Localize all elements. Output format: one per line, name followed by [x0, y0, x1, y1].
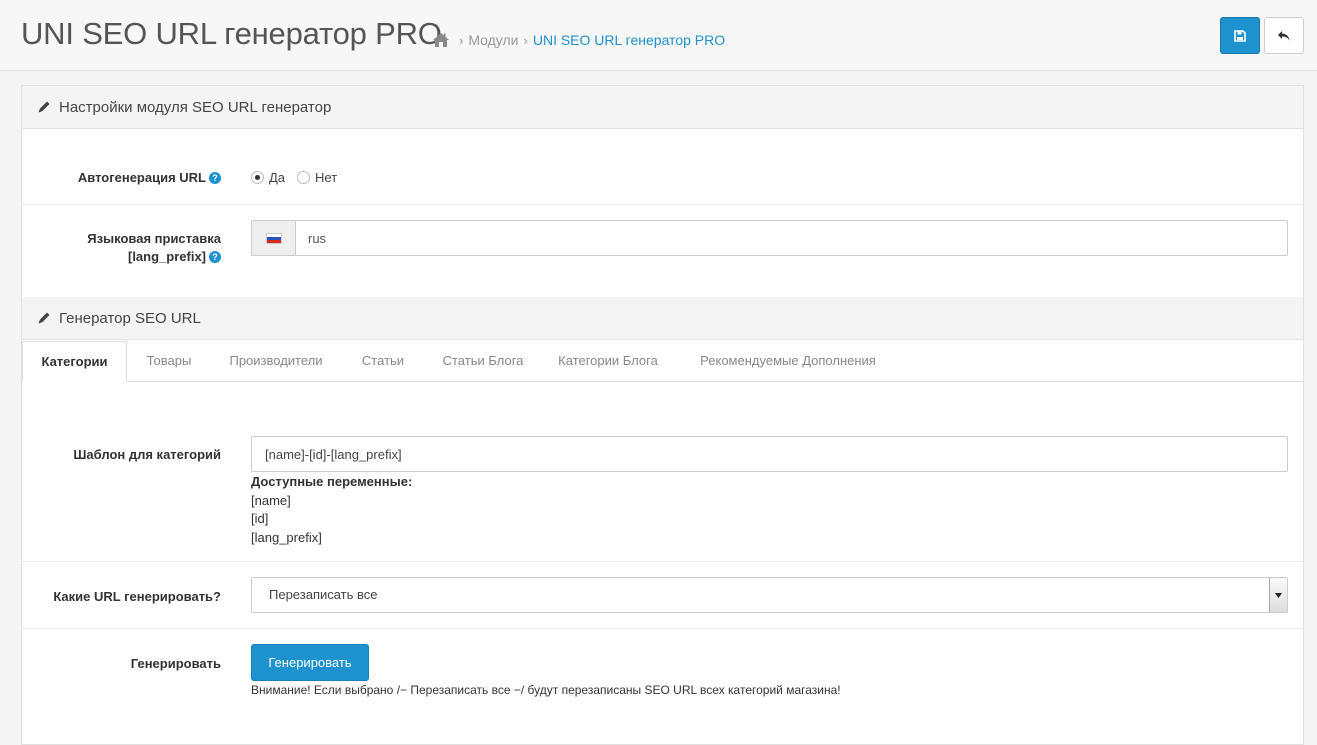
generator-tabs: Категории Товары Производители Статьи Ст… — [22, 341, 1303, 382]
floppy-disk-icon — [1234, 29, 1246, 42]
back-button[interactable] — [1264, 17, 1304, 54]
available-variables: Доступные переменные: [name] [id] [lang_… — [251, 473, 412, 547]
generate-button[interactable]: Генерировать — [251, 644, 369, 681]
tab-recommended-addons[interactable]: Рекомендуемые Дополнения — [687, 341, 889, 381]
home-icon[interactable] — [432, 32, 450, 48]
help-icon[interactable]: ? — [209, 251, 221, 263]
tab-blog-categories[interactable]: Категории Блога — [548, 341, 668, 381]
row-divider — [22, 628, 1303, 629]
save-button[interactable] — [1220, 17, 1260, 54]
chevron-down-icon[interactable] — [1269, 578, 1287, 612]
page-header: UNI SEO URL генератор PRO › Модули › UNI… — [0, 0, 1317, 71]
autogen-option-no[interactable]: Нет — [315, 170, 337, 185]
settings-panel-heading: Настройки модуля SEO URL генератор — [22, 86, 1303, 129]
autogen-radio-no[interactable] — [297, 171, 311, 184]
breadcrumb: › Модули › UNI SEO URL генератор PRO — [432, 30, 725, 50]
autogen-option-yes[interactable]: Да — [269, 170, 285, 185]
category-template-input[interactable] — [251, 436, 1288, 472]
autogen-label-text: Автогенерация URL — [77, 170, 206, 185]
lang-prefix-input[interactable] — [296, 221, 1287, 255]
which-urls-selected: Перезаписать все — [269, 587, 378, 602]
variable-item: [id] — [251, 511, 269, 526]
settings-heading: Настройки модуля SEO URL генератор — [59, 98, 332, 116]
which-urls-select[interactable]: Перезаписать все — [251, 577, 1288, 613]
lang-prefix-label-line1: Языковая приставка — [87, 231, 221, 246]
settings-panel: Настройки модуля SEO URL генератор Автог… — [21, 85, 1304, 745]
category-template-label: Шаблон для категорий — [73, 447, 221, 462]
lang-prefix-label-line2: [lang_prefix] — [127, 249, 206, 264]
available-variables-title: Доступные переменные: — [251, 474, 413, 489]
pencil-icon — [37, 311, 51, 325]
help-icon[interactable]: ? — [209, 172, 221, 184]
generate-warning: Внимание! Если выбрано /− Перезаписать в… — [251, 683, 841, 697]
tab-products[interactable]: Товары — [134, 341, 204, 381]
breadcrumb-separator: › — [523, 32, 528, 48]
autogen-radio-group: Да Нет — [251, 170, 349, 185]
russia-flag-icon — [265, 232, 282, 244]
tab-articles[interactable]: Статьи — [351, 341, 415, 381]
autogen-radio-yes[interactable] — [251, 171, 264, 184]
row-divider — [22, 204, 1303, 205]
breadcrumb-current[interactable]: UNI SEO URL генератор PRO — [533, 32, 725, 48]
breadcrumb-modules[interactable]: Модули — [468, 32, 518, 48]
reply-icon — [1278, 30, 1290, 41]
pencil-icon — [37, 100, 51, 114]
which-urls-label: Какие URL генерировать? — [53, 589, 221, 604]
row-divider — [22, 561, 1303, 562]
tab-blog-articles[interactable]: Статьи Блога — [430, 341, 536, 381]
autogen-label: Автогенерация URL? — [22, 169, 221, 187]
generator-panel-heading: Генератор SEO URL — [22, 297, 1303, 340]
generate-label: Генерировать — [130, 656, 221, 671]
variable-item: [name] — [251, 492, 291, 508]
tab-manufacturers[interactable]: Производители — [218, 341, 334, 381]
lang-prefix-label: Языковая приставка [lang_prefix]? — [22, 230, 221, 266]
lang-prefix-input-group — [251, 220, 1288, 256]
variable-item: [lang_prefix] — [251, 529, 322, 545]
generator-heading: Генератор SEO URL — [59, 309, 201, 327]
breadcrumb-separator: › — [459, 32, 464, 48]
language-addon — [252, 221, 296, 255]
page-title: UNI SEO URL генератор PRO — [21, 16, 442, 51]
tab-categories[interactable]: Категории — [22, 341, 127, 382]
